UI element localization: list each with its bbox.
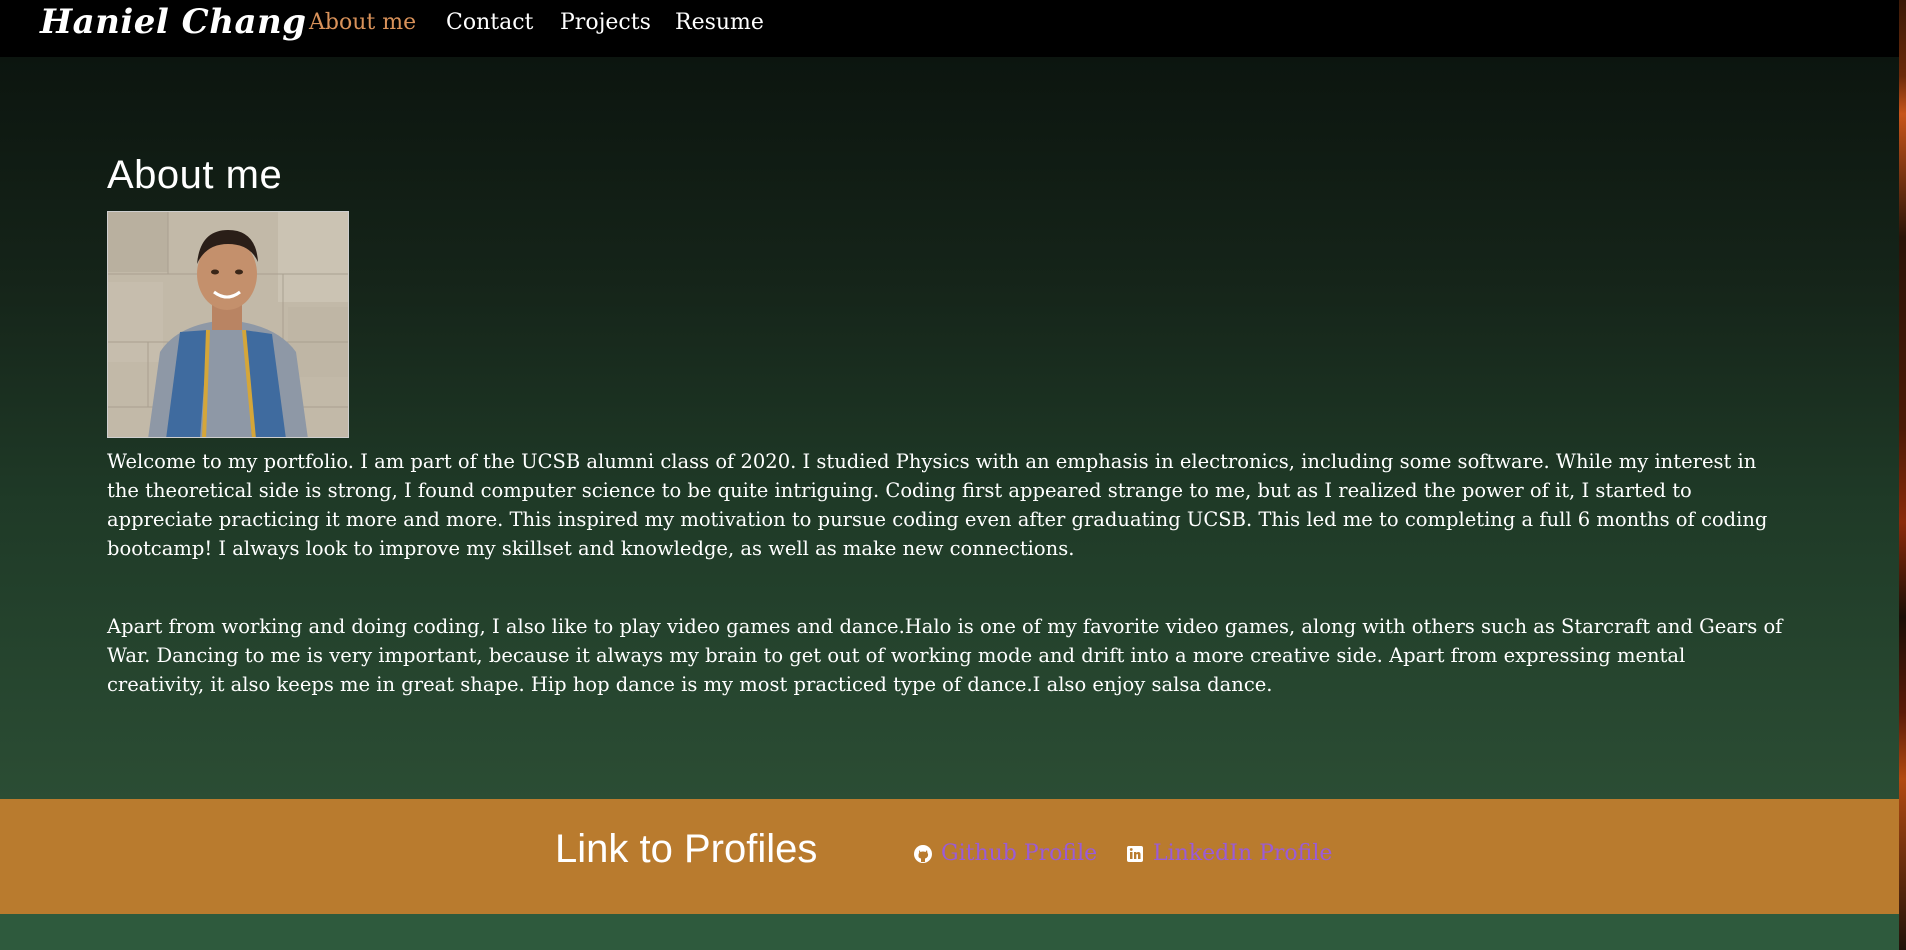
nav-link-resume[interactable]: Resume	[675, 10, 764, 35]
page-title: About me	[107, 153, 283, 197]
linkedin-profile-label: LinkedIn Profile	[1153, 841, 1333, 866]
top-navbar: Haniel Chang About me Contact Projects R…	[0, 0, 1899, 57]
profile-photo	[107, 211, 349, 438]
brand-name[interactable]: Haniel Chang	[40, 2, 306, 42]
bio-paragraph-intro: Welcome to my portfolio. I am part of th…	[107, 450, 1768, 560]
linkedin-profile-link[interactable]: LinkedIn Profile	[1125, 841, 1332, 866]
profiles-footer: Link to Profiles Github Profile LinkedIn…	[0, 799, 1899, 914]
bio-paragraph-hobbies: Apart from working and doing coding, I a…	[107, 615, 1783, 696]
linkedin-icon	[1125, 844, 1145, 864]
nav-link-contact[interactable]: Contact	[446, 10, 533, 35]
nav-link-projects[interactable]: Projects	[560, 10, 651, 35]
page-bottom-band	[0, 914, 1899, 950]
background-photo-edge	[1899, 0, 1906, 950]
github-icon	[913, 844, 933, 864]
about-section: About me Welcome to my portfolio. I am p…	[0, 57, 1899, 799]
profile-photo-illustration	[108, 212, 348, 437]
nav-link-about-me[interactable]: About me	[309, 10, 416, 35]
github-profile-link[interactable]: Github Profile	[913, 841, 1097, 866]
footer-title: Link to Profiles	[555, 827, 818, 871]
github-profile-label: Github Profile	[941, 841, 1098, 866]
